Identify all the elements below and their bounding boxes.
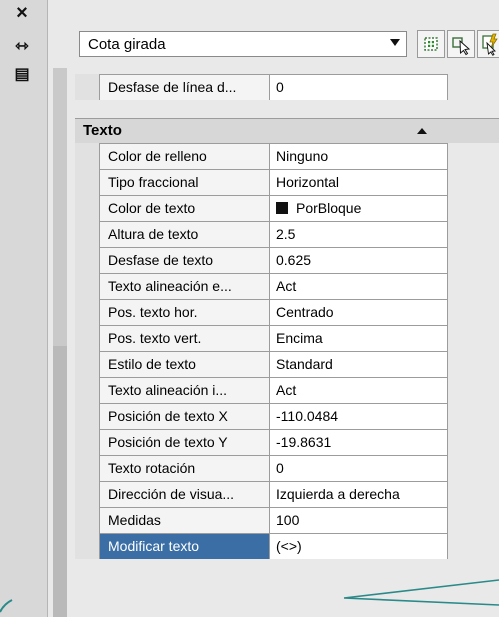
callout-left-curve <box>0 599 13 613</box>
callout-pointer-lines <box>343 579 499 606</box>
callout-arrow <box>0 579 499 613</box>
